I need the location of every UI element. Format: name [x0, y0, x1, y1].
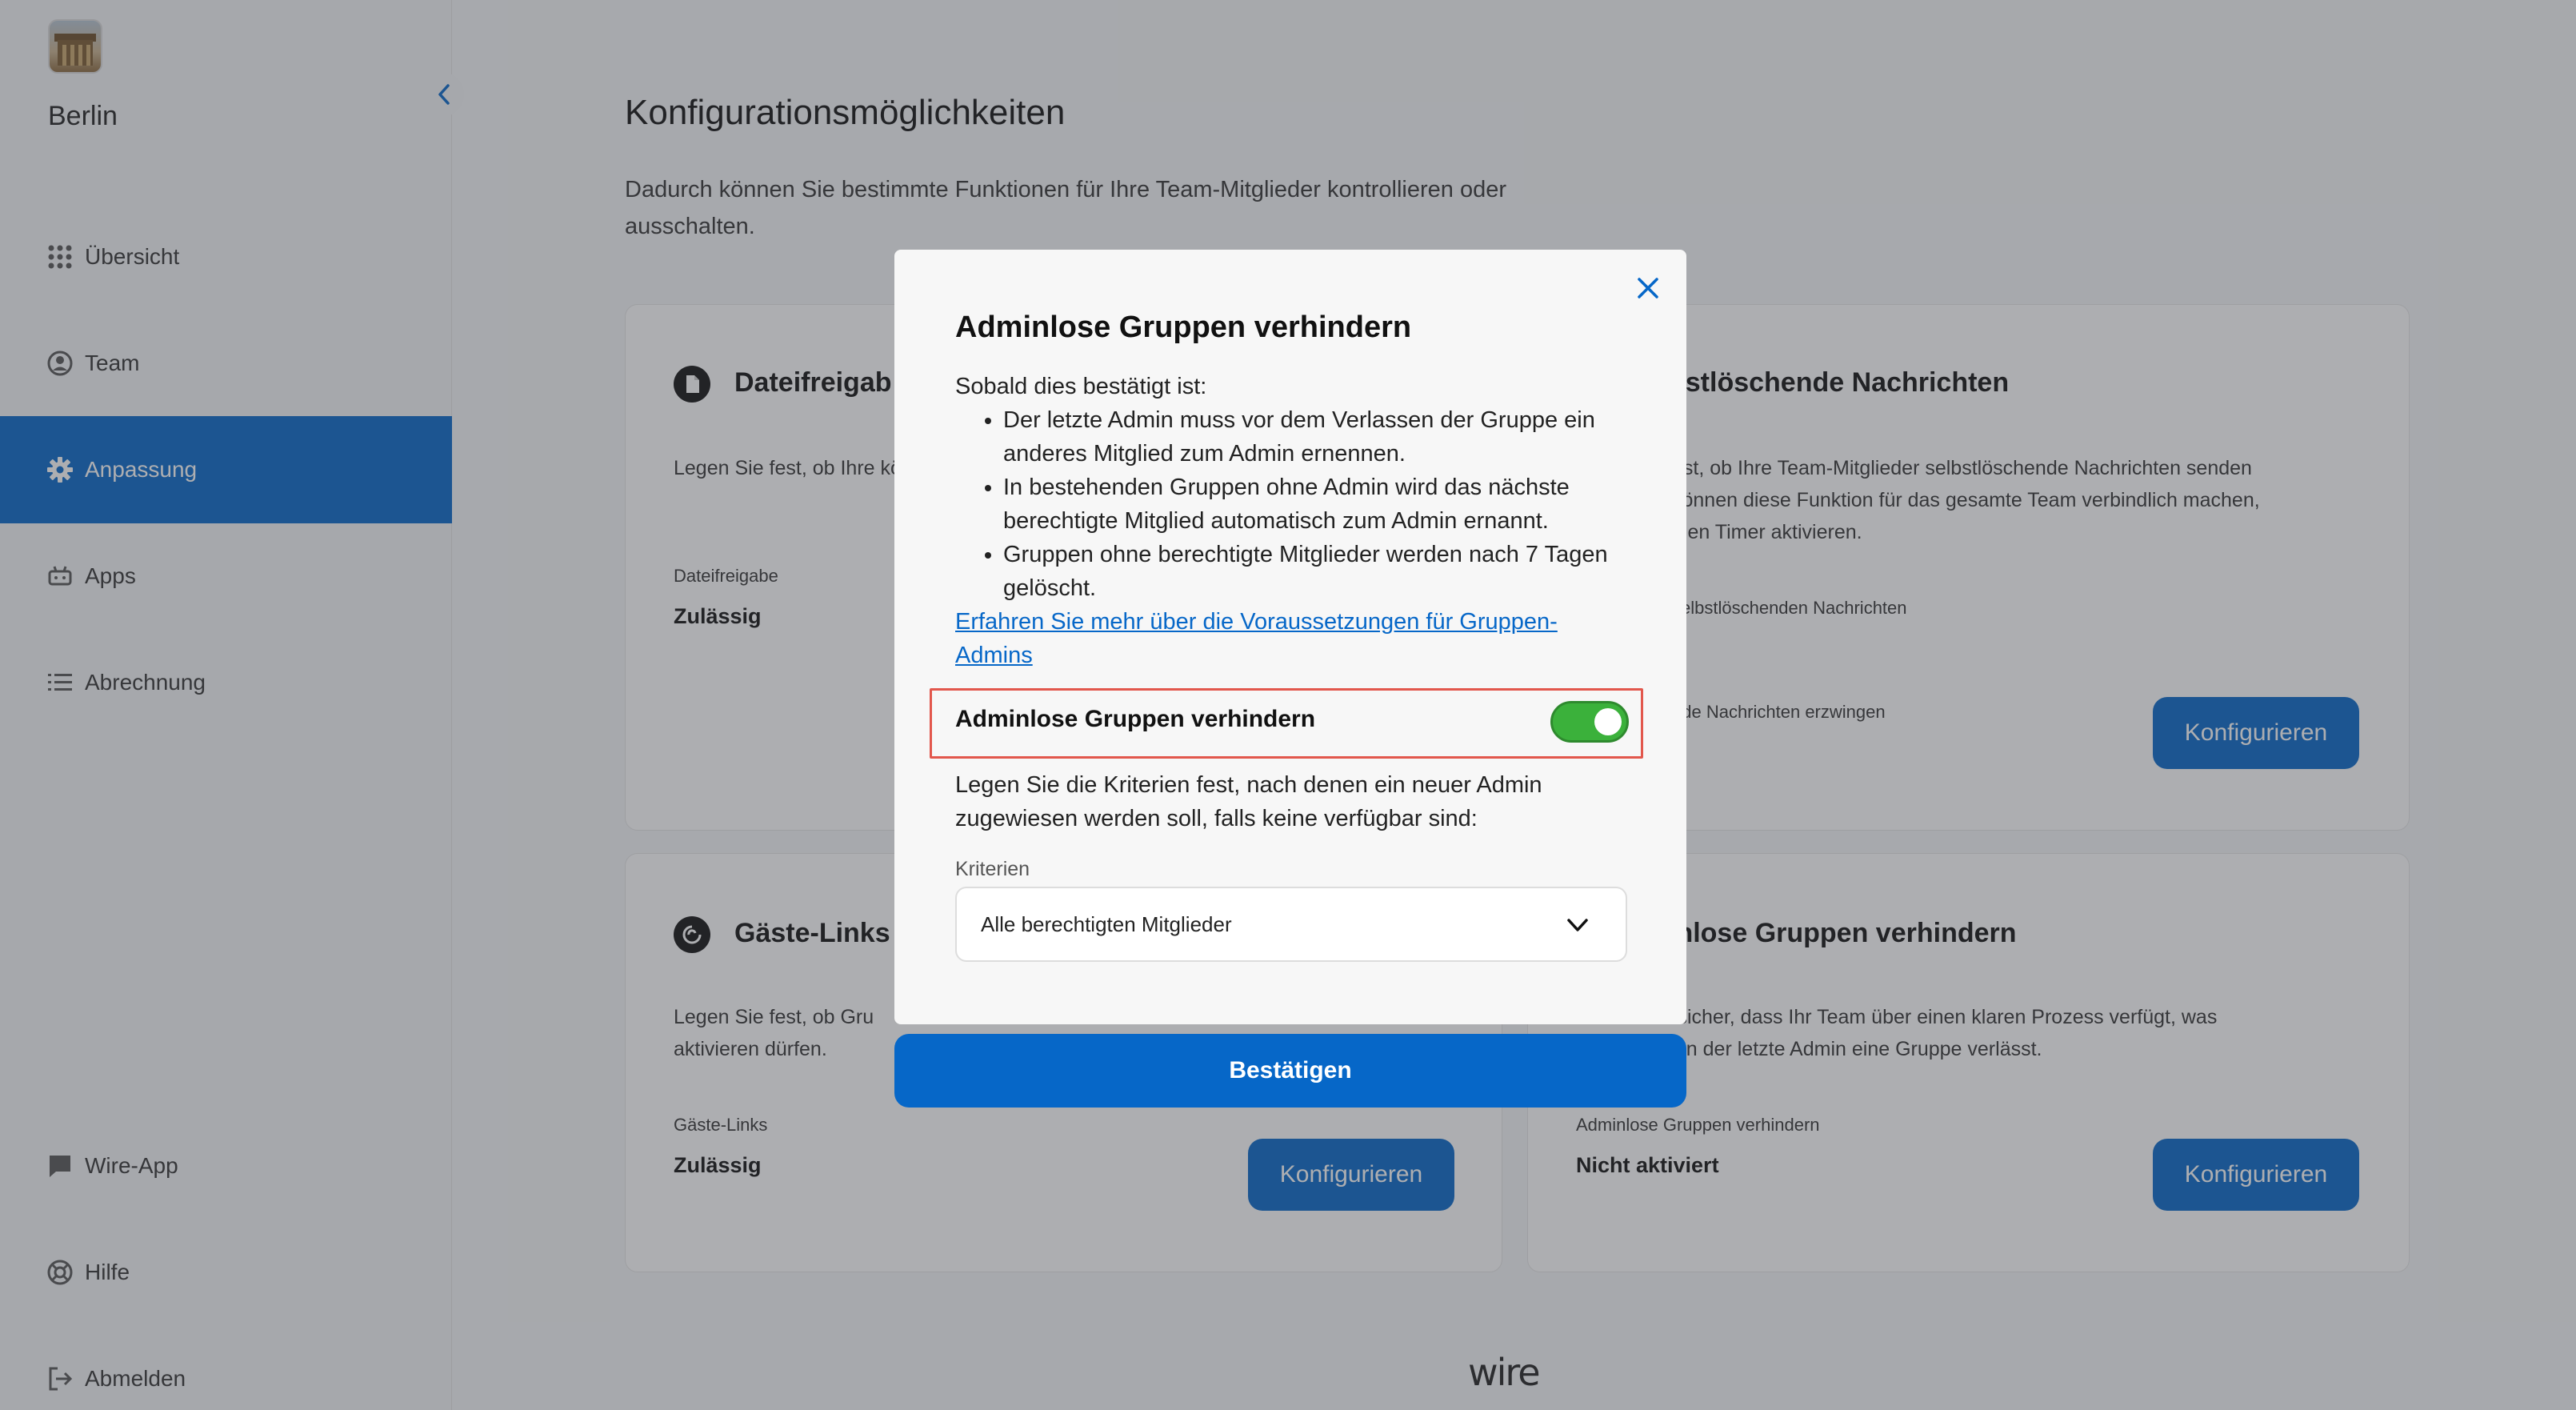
toggle-knob [1594, 708, 1622, 735]
toggle-label: Adminlose Gruppen verhindern [955, 706, 1316, 732]
list-item: Der letzte Admin muss vor dem Verlassen … [1003, 403, 1627, 471]
chevron-down-icon [1567, 919, 1588, 931]
criteria-description: Legen Sie die Kriterien fest, nach denen… [955, 772, 1542, 831]
adminless-groups-toggle[interactable] [1550, 701, 1629, 743]
learn-more-link[interactable]: Erfahren Sie mehr über die Voraussetzung… [955, 605, 1627, 672]
close-button[interactable] [1630, 270, 1666, 306]
criteria-label: Kriterien [955, 858, 1030, 880]
adminless-groups-modal: Adminlose Gruppen verhindern Sobald dies… [894, 250, 1686, 1024]
modal-title: Adminlose Gruppen verhindern [955, 310, 1412, 344]
list-item: In bestehenden Gruppen ohne Admin wird d… [1003, 471, 1627, 538]
criteria-select[interactable]: Alle berechtigten Mitglieder [955, 887, 1627, 962]
list-item: Gruppen ohne berechtigte Mitglieder werd… [1003, 538, 1627, 605]
confirm-button[interactable]: Bestätigen [894, 1034, 1686, 1108]
modal-body: Sobald dies bestätigt ist: Der letzte Ad… [955, 370, 1627, 605]
criteria-select-value: Alle berechtigten Mitglieder [981, 911, 1232, 936]
close-icon [1638, 278, 1658, 298]
modal-intro: Sobald dies bestätigt ist: [955, 374, 1207, 399]
modal-bullet-list: Der letzte Admin muss vor dem Verlassen … [1003, 403, 1627, 605]
